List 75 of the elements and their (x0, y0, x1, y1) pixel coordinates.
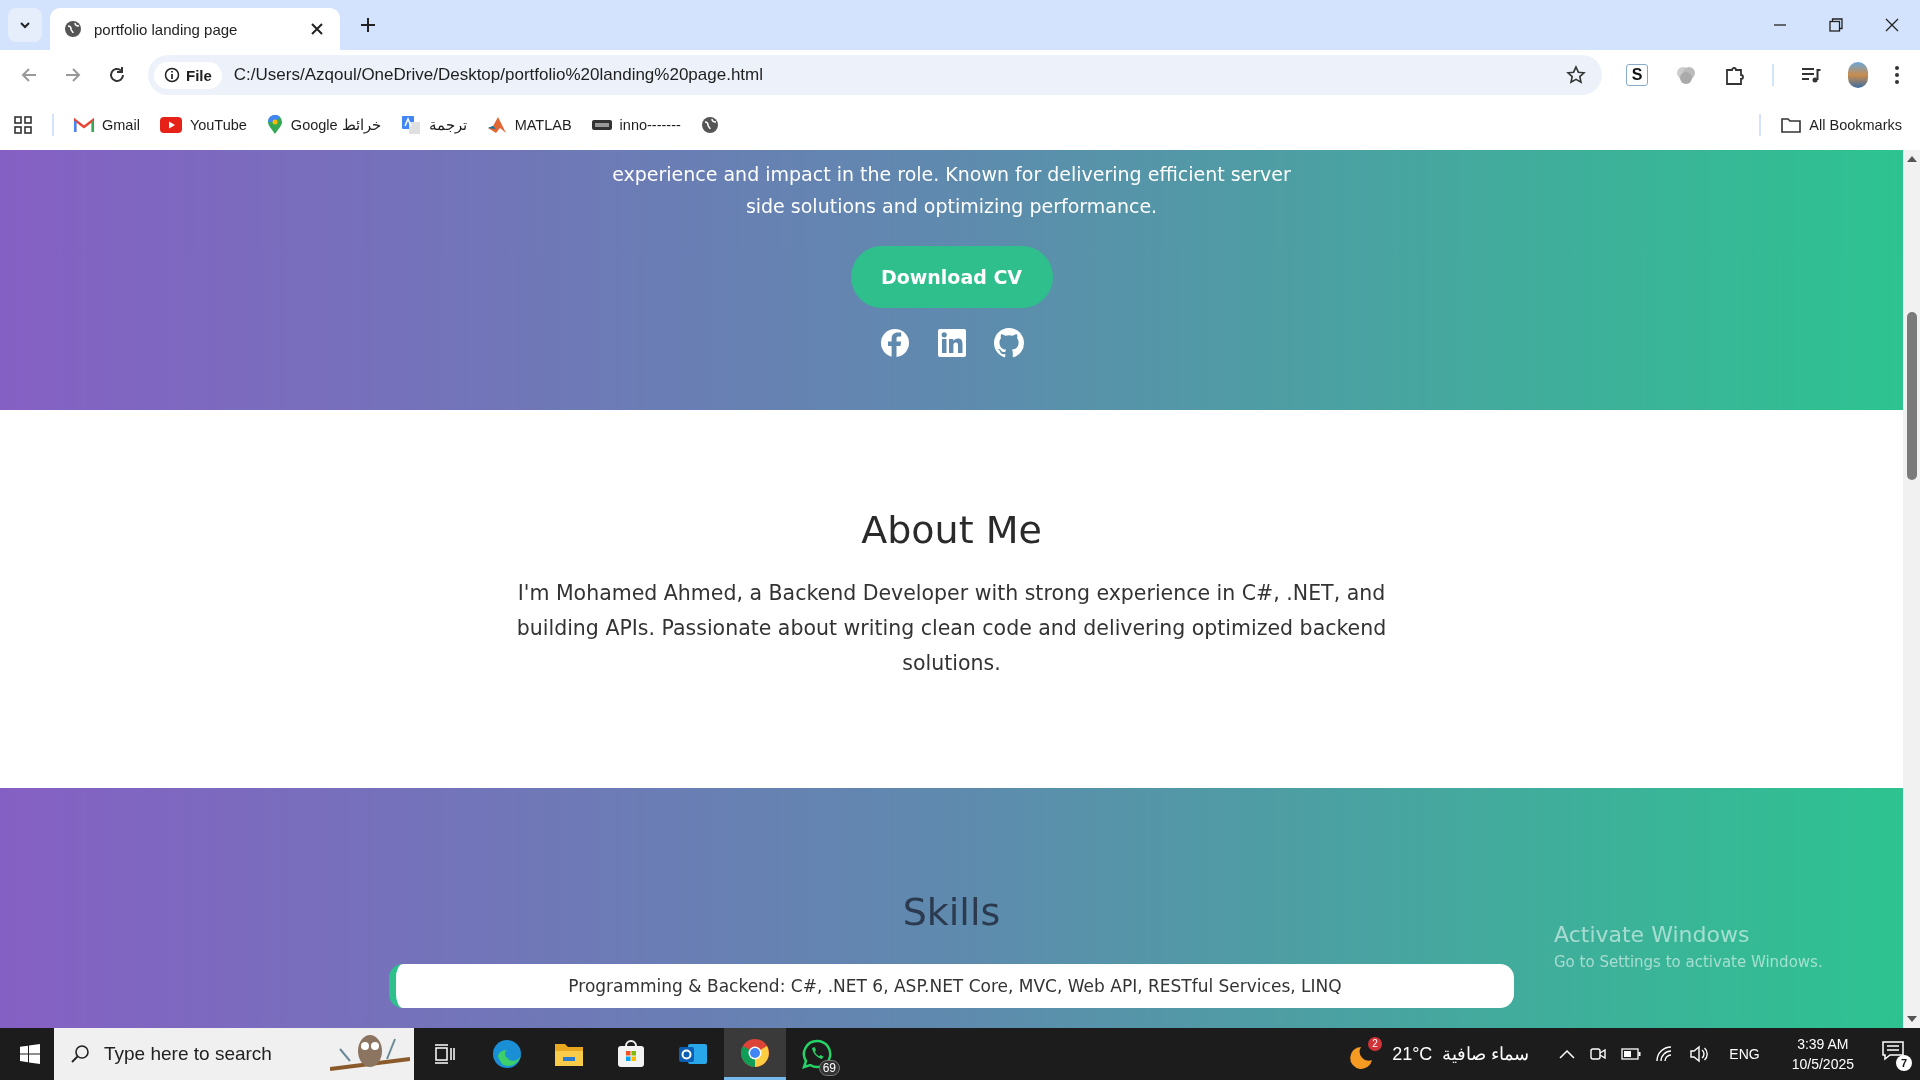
taskbar-app[interactable]: 69 (786, 1028, 848, 1080)
camera-icon[interactable] (1589, 1045, 1608, 1063)
browser-tab[interactable]: portfolio landing page (50, 8, 340, 50)
globe-icon (64, 20, 82, 38)
input-language[interactable]: ENG (1729, 1046, 1760, 1062)
restore-icon[interactable] (1829, 18, 1843, 32)
bookmark[interactable]: YouTube (159, 117, 247, 133)
extension-icon[interactable]: S (1626, 64, 1648, 86)
mail-icon (74, 117, 94, 133)
globe-icon (700, 116, 719, 134)
date-text: 10/5/2025 (1791, 1055, 1854, 1074)
info-icon (164, 67, 180, 83)
new-tab-icon[interactable] (360, 17, 376, 33)
puzzle-icon[interactable] (1724, 64, 1746, 86)
bookmark[interactable]: Google خرائط (266, 115, 381, 135)
chrome-icon (740, 1037, 770, 1068)
bookmark[interactable]: ترجمة (400, 115, 467, 135)
chip-icon (591, 120, 612, 130)
bookmark[interactable]: Gmail (74, 117, 140, 133)
notifications-button[interactable]: 7 (1872, 1037, 1920, 1071)
task-view-icon (434, 1044, 456, 1064)
play-icon (159, 117, 182, 133)
chevron-up-icon[interactable] (1559, 1049, 1576, 1059)
speaker-icon[interactable] (1689, 1045, 1710, 1063)
all-bookmarks-button[interactable]: All Bookmarks (1781, 117, 1902, 133)
close-icon[interactable] (1885, 18, 1899, 32)
folder-icon (1781, 117, 1802, 133)
site-info-chip[interactable]: File (154, 61, 222, 89)
folder-icon (554, 1041, 584, 1067)
star-icon[interactable] (1566, 65, 1586, 85)
weather-condition: سماء صافية (1442, 1043, 1530, 1065)
notification-count: 7 (1896, 1055, 1912, 1071)
github-icon[interactable] (993, 328, 1024, 358)
address-bar[interactable]: File C:/Users/Azqoul/OneDrive/Desktop/portfolio%20landing%20page.html (148, 55, 1602, 95)
scrollbar[interactable] (1903, 150, 1920, 1028)
activation-text: Go to Settings to activate Windows. (1554, 953, 1823, 971)
search-icon (70, 1044, 90, 1064)
tab-title: portfolio landing page (94, 20, 239, 38)
temperature: 21°C (1392, 1043, 1433, 1065)
reload-icon[interactable] (108, 66, 126, 84)
bookmark[interactable] (700, 116, 719, 134)
about-text: I'm Mohamed Ahmed, a Backend Developer with strong experience in C#, .NET, and building APIs. Passionate about writing clean code and delivering optimized backend solutions. (515, 580, 1388, 677)
taskbar-app[interactable] (724, 1028, 786, 1080)
linkedin-icon[interactable] (937, 329, 966, 357)
bookmark[interactable]: MATLAB (486, 116, 572, 134)
more-icon[interactable] (1894, 65, 1900, 85)
forward-icon[interactable] (64, 66, 82, 84)
back-icon[interactable] (20, 66, 38, 84)
translate-icon (400, 115, 421, 135)
store-bag-icon (617, 1040, 645, 1068)
time-text: 3:39 AM (1797, 1035, 1849, 1054)
message-icon (1882, 1041, 1904, 1061)
close-icon[interactable] (310, 22, 324, 36)
map-pin-icon (266, 115, 283, 135)
facebook-icon[interactable] (879, 328, 910, 358)
bookmark[interactable]: inno------- (591, 117, 681, 133)
scheme-label: File (186, 66, 212, 84)
windows-start-icon[interactable] (20, 1044, 40, 1064)
section-title: Skills (902, 890, 1001, 934)
apps-icon[interactable] (14, 116, 32, 134)
taskbar-search-field[interactable]: Type here to search (54, 1028, 414, 1080)
tab-search-button[interactable] (8, 8, 42, 42)
notification-badge: 69 (818, 1060, 840, 1076)
section-title: About Me (861, 508, 1042, 552)
profile-avatar[interactable] (1848, 62, 1868, 88)
battery-icon[interactable] (1621, 1048, 1642, 1060)
clock[interactable]: 3:39 AM 10/5/2025 (1791, 1034, 1854, 1074)
url-text: C:/Users/Azqoul/OneDrive/Desktop/portfolio%20landing%20page.html (233, 65, 763, 85)
edge-icon (492, 1039, 522, 1069)
weather-badge: 2 (1368, 1037, 1383, 1051)
skill-text: Programming & Backend: C#, .NET 6, ASP.NET Core, MVC, Web API, RESTful Services, LINQ (568, 976, 1342, 996)
peak-icon (486, 116, 507, 134)
moon-icon (1348, 1045, 1375, 1071)
intro-text: experience and impact in the role. Known for delivering efficient server side solutions and optimizing performance. (611, 162, 1292, 219)
activation-title: Activate Windows (1554, 922, 1751, 947)
